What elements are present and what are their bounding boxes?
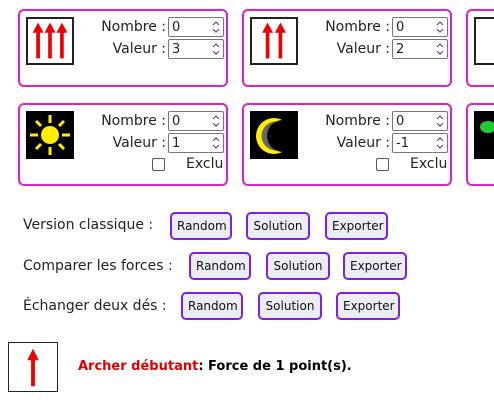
nombre-input[interactable]: 0 xyxy=(168,17,224,37)
moon-icon xyxy=(250,111,298,159)
row-label-comparer: Comparer les forces : xyxy=(23,258,173,274)
valeur-input[interactable]: 1 xyxy=(168,133,224,153)
random-button[interactable]: Random xyxy=(189,252,251,280)
nombre-label: Nombre : xyxy=(101,113,166,129)
die-icon-partial xyxy=(474,17,494,65)
nombre-label: Nombre : xyxy=(325,113,390,129)
nombre-label: Nombre : xyxy=(325,19,390,35)
valeur-label: Valeur : xyxy=(112,41,166,57)
solution-button[interactable]: Solution xyxy=(258,292,322,320)
spinner-arrows-icon[interactable] xyxy=(433,40,447,58)
unit-force: : Force de 1 point(s). xyxy=(198,359,352,374)
random-button[interactable]: Random xyxy=(170,212,232,240)
single-arrow-icon xyxy=(8,342,58,392)
random-button[interactable]: Random xyxy=(181,292,243,320)
unit-name: Archer débutant xyxy=(78,359,199,374)
valeur-input[interactable]: 3 xyxy=(168,39,224,59)
row-label-classique: Version classique : xyxy=(23,217,154,233)
spinner-arrows-icon[interactable] xyxy=(209,134,223,152)
die-card-arrows-3: Nombre : 0 Valeur : 3 xyxy=(18,9,228,87)
leaf-icon xyxy=(474,111,494,159)
row-label-echanger: Échanger deux dés : xyxy=(23,298,167,314)
valeur-input[interactable]: -1 xyxy=(392,133,448,153)
spinner-arrows-icon[interactable] xyxy=(433,18,447,36)
spinner-arrows-icon[interactable] xyxy=(209,112,223,130)
die-card-moon: Nombre : 0 Valeur : -1 Exclu xyxy=(242,103,452,186)
nombre-input[interactable]: 0 xyxy=(392,111,448,131)
exclu-checkbox[interactable] xyxy=(376,158,389,171)
sun-icon xyxy=(26,111,74,159)
two-arrows-icon xyxy=(250,17,298,65)
solution-button[interactable]: Solution xyxy=(246,212,310,240)
nombre-input[interactable]: 0 xyxy=(392,17,448,37)
exclu-checkbox[interactable] xyxy=(152,158,165,171)
die-card-sun: Nombre : 0 Valeur : 1 Exclu xyxy=(18,103,228,186)
die-card-arrows-2: Nombre : 0 Valeur : 2 xyxy=(242,9,452,87)
nombre-input[interactable]: 0 xyxy=(168,111,224,131)
exporter-button[interactable]: Exporter xyxy=(325,212,388,240)
unit-description: Archer débutant: Force de 1 point(s). xyxy=(78,359,352,374)
exclu-label: Exclu xyxy=(186,156,224,172)
spinner-arrows-icon[interactable] xyxy=(433,112,447,130)
spinner-arrows-icon[interactable] xyxy=(209,18,223,36)
exclu-label: Exclu xyxy=(410,156,448,172)
valeur-input[interactable]: 2 xyxy=(392,39,448,59)
exporter-button[interactable]: Exporter xyxy=(343,252,407,280)
spinner-arrows-icon[interactable] xyxy=(433,134,447,152)
valeur-label: Valeur : xyxy=(112,135,166,151)
valeur-label: Valeur : xyxy=(336,135,390,151)
die-card-partial xyxy=(466,103,494,186)
spinner-arrows-icon[interactable] xyxy=(209,40,223,58)
die-card-partial xyxy=(466,9,494,87)
nombre-label: Nombre : xyxy=(101,19,166,35)
valeur-label: Valeur : xyxy=(336,41,390,57)
three-arrows-icon xyxy=(26,17,74,65)
exporter-button[interactable]: Exporter xyxy=(336,292,400,320)
solution-button[interactable]: Solution xyxy=(266,252,330,280)
